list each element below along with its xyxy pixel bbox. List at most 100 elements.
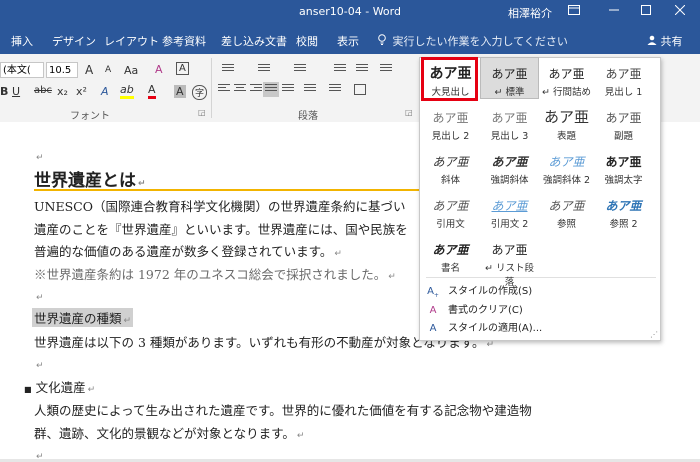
tab-design[interactable]: デザイン	[52, 33, 96, 49]
style-sample: あア亜	[491, 199, 528, 213]
borders-icon[interactable]	[354, 84, 366, 95]
style-item[interactable]: あア亜 ↵ 標準	[480, 57, 539, 99]
body-line-1[interactable]: UNESCO（国際連合教育科学文化機関）の世界遺産条約に基づい	[34, 196, 405, 215]
tab-view[interactable]: 表示	[337, 33, 359, 49]
style-item[interactable]: あア亜 参照 2	[595, 190, 652, 230]
style-item[interactable]: あア亜 表題	[538, 102, 595, 142]
font-name-box[interactable]: (本文(	[0, 62, 44, 78]
minimize-icon[interactable]	[603, 2, 625, 22]
apply-style-action[interactable]: A スタイルの適用(A)...	[426, 319, 543, 334]
tab-mailings[interactable]: 差し込み文書	[221, 33, 287, 49]
style-item[interactable]: あア亜 ↵ 行間詰め	[538, 58, 595, 98]
style-item[interactable]: あア亜 見出し 2	[422, 102, 479, 142]
style-sample: あア亜	[548, 199, 585, 213]
maximize-icon[interactable]	[635, 2, 657, 22]
style-item[interactable]: あア亜 引用文 2	[481, 190, 538, 230]
style-name: 引用文	[436, 219, 465, 230]
style-item[interactable]: あア亜 書名	[422, 234, 479, 274]
style-name: 書名	[440, 263, 460, 274]
superscript-button[interactable]: x²	[76, 85, 87, 98]
style-item[interactable]: あア亜 強調斜体 2	[538, 146, 595, 186]
style-name: 表題	[556, 131, 576, 142]
tell-me-box[interactable]: 実行したい作業を入力してください	[378, 33, 568, 49]
style-sample: あア亜	[432, 243, 469, 257]
apply-style-label: スタイルの適用(A)...	[448, 323, 543, 334]
style-sample: あア亜	[605, 67, 642, 81]
style-name: 参照	[556, 219, 576, 230]
shading-icon[interactable]	[329, 84, 341, 95]
font-size-box[interactable]: 10.5	[46, 62, 78, 78]
align-right-icon[interactable]	[250, 84, 262, 95]
clear-format-action[interactable]: A 書式のクリア(C)	[426, 301, 523, 316]
shrink-font-button[interactable]: A	[105, 65, 111, 75]
body-line-3[interactable]: 普遍的な価値のある遺産が数多く登録されています。 ↵	[34, 241, 342, 260]
ribbon-display-icon[interactable]	[563, 2, 585, 22]
align-center-icon[interactable]	[234, 84, 246, 95]
paragraph-dialog-launcher-icon[interactable]: ◲	[405, 108, 413, 117]
body-line-7[interactable]: 群、遺跡、文化的景観などが対象となります。 ↵	[34, 423, 304, 442]
increase-indent-icon[interactable]	[356, 64, 368, 75]
style-item[interactable]: あア亜 ↵ リスト段落	[481, 234, 538, 288]
share-button[interactable]: 共有	[647, 33, 683, 49]
gallery-separator	[426, 277, 656, 278]
tab-review[interactable]: 校閲	[296, 33, 318, 49]
text-effects-button[interactable]: A	[101, 85, 109, 98]
style-item[interactable]: あア亜 見出し 1	[595, 58, 652, 98]
paragraph-mark: ↵	[36, 361, 44, 371]
line-spacing-icon[interactable]	[304, 84, 316, 95]
style-item[interactable]: あア亜 強調斜体	[481, 146, 538, 186]
sort-icon[interactable]	[380, 64, 392, 75]
style-sample: あア亜	[543, 108, 589, 126]
paragraph-group-label: 段落	[298, 111, 318, 122]
style-item[interactable]: あア亜 副題	[595, 102, 652, 142]
style-name: 強調斜体	[490, 175, 529, 186]
resize-grip-icon[interactable]: ⋰	[650, 330, 658, 339]
window-title: anser10-04 - Word	[299, 5, 401, 18]
font-dialog-launcher-icon[interactable]: ◲	[198, 108, 206, 117]
bullets-icon[interactable]	[222, 64, 234, 75]
numbering-icon[interactable]	[258, 64, 270, 75]
style-name: 強調太字	[604, 175, 643, 186]
title-bar: anser10-04 - Word 相澤裕介	[0, 0, 700, 25]
highlight-button[interactable]: ab	[120, 83, 134, 99]
align-left-icon[interactable]	[218, 84, 230, 95]
style-item[interactable]: あア亜 引用文	[422, 190, 479, 230]
style-item[interactable]: あア亜 見出し 3	[481, 102, 538, 142]
heading-title[interactable]: 世界遺産とは ↵	[34, 166, 146, 191]
style-item[interactable]: あア亜 強調太字	[595, 146, 652, 186]
bold-button[interactable]: B	[0, 85, 8, 98]
subheading-selected[interactable]: 世界遺産の種類 ↵	[32, 308, 134, 327]
distributed-icon[interactable]	[282, 84, 294, 95]
tab-references[interactable]: 参考資料	[162, 33, 206, 49]
style-item[interactable]: あア亜 斜体	[422, 146, 479, 186]
grow-font-button[interactable]: A	[85, 63, 93, 77]
font-color-button[interactable]: A	[148, 83, 156, 99]
tab-layout[interactable]: レイアウト	[104, 33, 159, 49]
user-name[interactable]: 相澤裕介	[508, 5, 552, 21]
style-name: 副題	[613, 131, 633, 142]
clear-formatting-button[interactable]: A	[155, 63, 163, 76]
note-line[interactable]: ※世界遺産条約は 1972 年のユネスコ総会で採択されました。 ↵	[34, 264, 396, 283]
underline-button[interactable]: U	[12, 85, 20, 98]
style-sample: あア亜	[432, 199, 469, 213]
decrease-indent-icon[interactable]	[334, 64, 346, 75]
tell-me-text: 実行したい作業を入力してください	[392, 35, 568, 48]
subscript-button[interactable]: x₂	[57, 85, 68, 98]
strikethrough-button[interactable]: abc	[34, 85, 52, 96]
body-line-6[interactable]: 人類の歴史によって生み出された遺産です。世界的に優れた価値を有する記念物や建造物	[34, 400, 532, 419]
style-name: ↵ リスト段落	[485, 263, 534, 288]
multilevel-list-icon[interactable]	[294, 64, 306, 75]
tab-insert[interactable]: 挿入	[11, 33, 33, 49]
close-icon[interactable]	[669, 2, 691, 22]
change-case-button[interactable]: Aa	[124, 64, 138, 77]
style-item[interactable]: あア亜 参照	[538, 190, 595, 230]
style-sample: あア亜	[605, 199, 642, 213]
character-border-button[interactable]: A	[176, 62, 189, 75]
ribbon-tabs: 挿入 デザイン レイアウト 参考資料 差し込み文書 校閲 表示 実行したい作業を…	[0, 25, 700, 54]
bullet-item[interactable]: ■ 文化遺産 ↵	[24, 377, 95, 396]
paragraph-mark: ↵	[36, 452, 44, 462]
character-shading-button[interactable]: A	[174, 85, 186, 98]
body-line-2[interactable]: 遺産のことを『世界遺産』といいます。世界遺産には、国や民族を	[34, 219, 408, 238]
justify-icon[interactable]	[263, 82, 279, 97]
enclose-characters-button[interactable]: 字	[192, 85, 208, 100]
